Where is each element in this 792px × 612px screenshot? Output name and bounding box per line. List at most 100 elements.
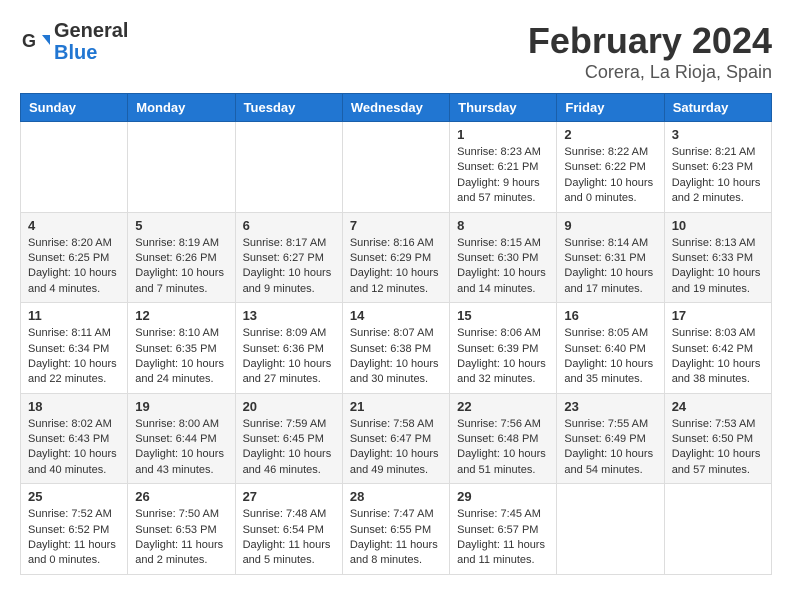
day-info: Sunrise: 8:21 AM bbox=[672, 145, 764, 160]
day-info: Daylight: 10 hours and 38 minutes. bbox=[672, 357, 764, 388]
day-number: 28 bbox=[350, 489, 442, 504]
calendar-cell: 15 Sunrise: 8:06 AMSunset: 6:39 PMDayligh… bbox=[450, 303, 557, 394]
calendar-cell: 6Sunrise: 8:17 AMSunset: 6:27 PMDaylight… bbox=[235, 212, 342, 303]
calendar-cell: 19Sunrise: 8:00 AMSunset: 6:44 PMDayligh… bbox=[128, 393, 235, 484]
day-info: Sunset: 6:33 PM bbox=[672, 251, 764, 266]
day-info: Sunrise: 8:06 AM bbox=[457, 326, 549, 341]
day-info: Sunset: 6:48 PM bbox=[457, 432, 549, 447]
logo-icon: G bbox=[20, 27, 50, 57]
day-info: Sunrise: 7:56 AM bbox=[457, 417, 549, 432]
calendar-week-row: 25Sunrise: 7:52 AMSunset: 6:52 PMDayligh… bbox=[21, 484, 772, 575]
logo-text: General Blue bbox=[54, 20, 128, 64]
day-info: Sunset: 6:26 PM bbox=[135, 251, 227, 266]
day-number: 24 bbox=[672, 399, 764, 414]
calendar-cell: 29Sunrise: 7:45 AMSunset: 6:57 PMDayligh… bbox=[450, 484, 557, 575]
page-subtitle: Corera, La Rioja, Spain bbox=[528, 62, 772, 83]
calendar-cell: 22 Sunrise: 7:56 AMSunset: 6:48 PMDayligh… bbox=[450, 393, 557, 484]
calendar-cell: 9Sunrise: 8:14 AMSunset: 6:31 PMDaylight… bbox=[557, 212, 664, 303]
day-info: Daylight: 10 hours and 32 minutes. bbox=[457, 357, 549, 388]
day-number: 22 bbox=[457, 399, 549, 414]
day-info: Sunrise: 8:00 AM bbox=[135, 417, 227, 432]
col-header-thursday: Thursday bbox=[450, 94, 557, 122]
day-number: 19 bbox=[135, 399, 227, 414]
day-info: Daylight: 10 hours and 24 minutes. bbox=[135, 357, 227, 388]
page-title: February 2024 bbox=[528, 20, 772, 62]
page-header: G General Blue February 2024 Corera, La … bbox=[20, 20, 772, 83]
day-info: Sunset: 6:53 PM bbox=[135, 523, 227, 538]
calendar-cell: 21Sunrise: 7:58 AMSunset: 6:47 PMDayligh… bbox=[342, 393, 449, 484]
day-info: Sunrise: 8:16 AM bbox=[350, 236, 442, 251]
calendar-cell: 23Sunrise: 7:55 AMSunset: 6:49 PMDayligh… bbox=[557, 393, 664, 484]
day-info: Daylight: 11 hours and 8 minutes. bbox=[350, 538, 442, 569]
day-info: Daylight: 10 hours and 54 minutes. bbox=[564, 447, 656, 478]
day-number: 9 bbox=[564, 218, 656, 233]
day-info: Sunset: 6:36 PM bbox=[243, 342, 335, 357]
calendar-week-row: 4Sunrise: 8:20 AMSunset: 6:25 PMDaylight… bbox=[21, 212, 772, 303]
day-number: 4 bbox=[28, 218, 120, 233]
day-number: 8 bbox=[457, 218, 549, 233]
day-info: Sunrise: 7:50 AM bbox=[135, 507, 227, 522]
day-info: Sunset: 6:38 PM bbox=[350, 342, 442, 357]
day-number: 20 bbox=[243, 399, 335, 414]
calendar-cell: 13Sunrise: 8:09 AMSunset: 6:36 PMDayligh… bbox=[235, 303, 342, 394]
day-number: 25 bbox=[28, 489, 120, 504]
day-info: Daylight: 10 hours and 17 minutes. bbox=[564, 266, 656, 297]
calendar-cell bbox=[557, 484, 664, 575]
day-info: Daylight: 10 hours and 57 minutes. bbox=[672, 447, 764, 478]
day-number: 16 bbox=[564, 308, 656, 323]
day-info: Sunset: 6:42 PM bbox=[672, 342, 764, 357]
day-info: Sunset: 6:49 PM bbox=[564, 432, 656, 447]
day-info: Daylight: 10 hours and 51 minutes. bbox=[457, 447, 549, 478]
day-info: Daylight: 10 hours and 14 minutes. bbox=[457, 266, 549, 297]
day-info: Daylight: 10 hours and 4 minutes. bbox=[28, 266, 120, 297]
day-info: Sunrise: 8:23 AM bbox=[457, 145, 549, 160]
day-info: Sunset: 6:25 PM bbox=[28, 251, 120, 266]
day-info: Daylight: 10 hours and 12 minutes. bbox=[350, 266, 442, 297]
day-number: 3 bbox=[672, 127, 764, 142]
day-info: Sunset: 6:52 PM bbox=[28, 523, 120, 538]
day-info: Sunset: 6:35 PM bbox=[135, 342, 227, 357]
calendar-cell: 18Sunrise: 8:02 AMSunset: 6:43 PMDayligh… bbox=[21, 393, 128, 484]
day-number: 7 bbox=[350, 218, 442, 233]
day-info: Sunset: 6:45 PM bbox=[243, 432, 335, 447]
day-number: 11 bbox=[28, 308, 120, 323]
calendar-cell: 24Sunrise: 7:53 AMSunset: 6:50 PMDayligh… bbox=[664, 393, 771, 484]
calendar-table: SundayMondayTuesdayWednesdayThursdayFrid… bbox=[20, 93, 772, 575]
day-info: Sunrise: 8:13 AM bbox=[672, 236, 764, 251]
day-info: Sunset: 6:44 PM bbox=[135, 432, 227, 447]
day-info: Sunset: 6:43 PM bbox=[28, 432, 120, 447]
col-header-saturday: Saturday bbox=[664, 94, 771, 122]
day-number: 13 bbox=[243, 308, 335, 323]
day-info: Daylight: 10 hours and 27 minutes. bbox=[243, 357, 335, 388]
col-header-wednesday: Wednesday bbox=[342, 94, 449, 122]
day-number: 6 bbox=[243, 218, 335, 233]
day-number: 29 bbox=[457, 489, 549, 504]
day-info: Sunrise: 7:48 AM bbox=[243, 507, 335, 522]
calendar-cell: 17Sunrise: 8:03 AMSunset: 6:42 PMDayligh… bbox=[664, 303, 771, 394]
calendar-cell bbox=[664, 484, 771, 575]
day-number: 1 bbox=[457, 127, 549, 142]
day-number: 27 bbox=[243, 489, 335, 504]
day-info: Daylight: 11 hours and 2 minutes. bbox=[135, 538, 227, 569]
day-info: Sunset: 6:39 PM bbox=[457, 342, 549, 357]
calendar-cell: 28Sunrise: 7:47 AMSunset: 6:55 PMDayligh… bbox=[342, 484, 449, 575]
day-number: 10 bbox=[672, 218, 764, 233]
calendar-cell: 3Sunrise: 8:21 AMSunset: 6:23 PMDaylight… bbox=[664, 122, 771, 213]
col-header-sunday: Sunday bbox=[21, 94, 128, 122]
day-info: Sunrise: 8:14 AM bbox=[564, 236, 656, 251]
day-info: Daylight: 11 hours and 0 minutes. bbox=[28, 538, 120, 569]
day-info: Sunrise: 7:55 AM bbox=[564, 417, 656, 432]
calendar-cell: 10Sunrise: 8:13 AMSunset: 6:33 PMDayligh… bbox=[664, 212, 771, 303]
day-info: Sunrise: 7:59 AM bbox=[243, 417, 335, 432]
day-info: Daylight: 11 hours and 11 minutes. bbox=[457, 538, 549, 569]
calendar-cell: 27Sunrise: 7:48 AMSunset: 6:54 PMDayligh… bbox=[235, 484, 342, 575]
day-info: Daylight: 10 hours and 7 minutes. bbox=[135, 266, 227, 297]
day-number: 15 bbox=[457, 308, 549, 323]
day-number: 26 bbox=[135, 489, 227, 504]
day-info: Sunrise: 7:58 AM bbox=[350, 417, 442, 432]
day-info: Sunrise: 8:03 AM bbox=[672, 326, 764, 341]
day-info: Daylight: 10 hours and 22 minutes. bbox=[28, 357, 120, 388]
calendar-cell bbox=[235, 122, 342, 213]
col-header-tuesday: Tuesday bbox=[235, 94, 342, 122]
day-info: Sunrise: 7:45 AM bbox=[457, 507, 549, 522]
